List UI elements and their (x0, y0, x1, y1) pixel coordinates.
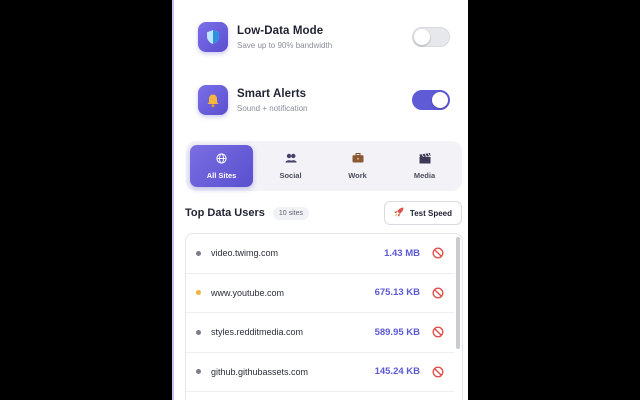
people-icon (285, 153, 297, 166)
status-dot (196, 250, 201, 256)
tab-label: Media (413, 170, 436, 180)
tab-social[interactable]: Social (257, 145, 324, 187)
setting-title: Smart Alerts (237, 87, 307, 100)
category-tabs: All Sites Social Work Media (186, 141, 462, 191)
tab-label: Social (279, 170, 302, 180)
block-icon[interactable] (432, 326, 444, 338)
list-item: github.githubassets.com 145.24 KB (186, 353, 454, 392)
site-data-size: 145.24 KB (374, 366, 420, 378)
setting-text: Low-Data Mode Save up to 90% bandwidth (237, 25, 412, 50)
setting-subtitle: Save up to 90% bandwidth (237, 40, 333, 50)
site-count-badge: 10 sites (272, 206, 309, 220)
tab-work[interactable]: Work (324, 145, 391, 187)
site-data-size: 589.95 KB (374, 326, 420, 338)
block-icon[interactable] (432, 287, 444, 299)
site-domain: github.githubassets.com (211, 366, 309, 377)
site-list: video.twimg.com 1.43 MB www.youtube.com … (185, 233, 463, 400)
site-domain: www.youtube.com (211, 287, 285, 298)
low-data-mode-toggle[interactable] (412, 27, 450, 47)
list-scrollbar[interactable] (456, 237, 460, 349)
status-dot (196, 329, 201, 335)
site-domain: video.twimg.com (211, 248, 279, 259)
globe-icon (216, 152, 227, 166)
block-icon[interactable] (432, 366, 444, 378)
shield-icon (198, 22, 228, 52)
tab-all-sites[interactable]: All Sites (190, 145, 253, 187)
tab-label: Work (348, 170, 367, 180)
setting-low-data-mode: Low-Data Mode Save up to 90% bandwidth (198, 21, 450, 53)
smart-alerts-toggle[interactable] (412, 90, 450, 110)
toggle-knob (432, 92, 448, 108)
site-domain: styles.redditmedia.com (211, 327, 304, 338)
clapper-icon (419, 152, 431, 166)
list-item: video.twimg.com 1.43 MB (186, 234, 454, 274)
tab-label: All Sites (206, 170, 237, 180)
rocket-icon (394, 207, 404, 220)
setting-subtitle: Sound + notification (237, 103, 308, 113)
toggle-knob (414, 29, 430, 45)
site-data-size: 675.13 KB (374, 287, 420, 299)
status-dot (196, 290, 201, 296)
bell-icon (198, 85, 228, 115)
test-speed-label: Test Speed (409, 208, 452, 218)
setting-text: Smart Alerts Sound + notification (237, 88, 412, 113)
status-dot (196, 369, 201, 375)
block-icon[interactable] (432, 247, 444, 259)
test-speed-button[interactable]: Test Speed (383, 201, 462, 225)
tab-media[interactable]: Media (391, 145, 458, 187)
top-data-users-header: Top Data Users 10 sites Test Speed (185, 201, 462, 225)
list-item: www.youtube.com 675.13 KB (186, 274, 454, 313)
extension-panel: Low-Data Mode Save up to 90% bandwidth S… (172, 0, 468, 400)
list-item: styles.redditmedia.com 589.95 KB (186, 313, 454, 353)
setting-smart-alerts: Smart Alerts Sound + notification (198, 84, 450, 116)
section-title: Top Data Users (185, 207, 265, 219)
setting-title: Low-Data Mode (237, 24, 324, 37)
site-data-size: 1.43 MB (384, 247, 420, 259)
briefcase-icon (352, 152, 364, 166)
